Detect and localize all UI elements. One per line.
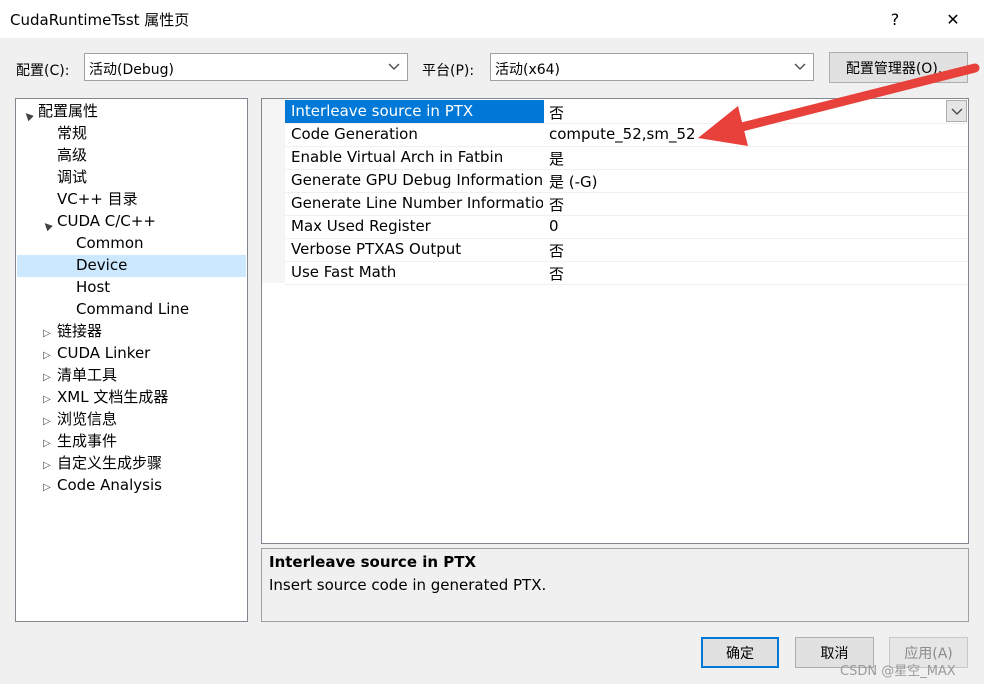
tree-item-label: 浏览信息 xyxy=(57,410,118,428)
watermark: CSDN @星空_MAX xyxy=(840,664,956,679)
tree-item[interactable]: 常规 xyxy=(43,122,87,144)
config-value: 活动(Debug) xyxy=(89,62,174,78)
title-bar: CudaRuntimeTsst 属性页 ? ✕ xyxy=(0,0,984,38)
property-name: Use Fast Math xyxy=(291,263,397,281)
tree-item[interactable]: ▷ 生成事件 xyxy=(43,430,117,452)
property-value[interactable]: 是 xyxy=(549,148,564,169)
tree-item-label: Host xyxy=(76,278,111,296)
ok-button[interactable]: 确定 xyxy=(701,637,779,668)
tree-item[interactable]: ▲ CUDA C/C++ xyxy=(41,210,156,232)
property-row[interactable]: Verbose PTXAS Output 否 xyxy=(285,238,967,262)
tree-item[interactable]: ▷ Code Analysis xyxy=(43,474,162,496)
property-row[interactable]: Max Used Register 0 xyxy=(285,215,967,239)
tree-item[interactable]: Host xyxy=(62,276,110,298)
description-title: Interleave source in PTX xyxy=(269,553,477,571)
tree-item-label: 常规 xyxy=(57,124,88,142)
chevron-down-icon xyxy=(388,63,400,70)
tree-item-label: 调试 xyxy=(57,168,88,186)
tree-item-label: 配置属性 xyxy=(38,102,99,120)
tree-item[interactable]: VC++ 目录 xyxy=(43,188,138,210)
property-name: Generate GPU Debug Information xyxy=(291,171,543,189)
tree-item-label: CUDA C/C++ xyxy=(57,212,156,230)
tree-panel: ▲ 配置属性常规高级调试 VC++ 目录 ▲ CUDA C/C++ Common Devic… xyxy=(15,98,248,622)
tree-item[interactable]: Common xyxy=(62,232,144,254)
config-combo[interactable]: 活动(Debug) xyxy=(84,53,408,81)
tree-item[interactable]: 高级 xyxy=(43,144,87,166)
tree-item[interactable]: ▷ 自定义生成步骤 xyxy=(43,452,162,474)
platform-label: 平台(P): xyxy=(422,63,475,79)
property-name: Interleave source in PTX xyxy=(291,102,474,120)
tree-item-label: Command Line xyxy=(76,300,190,318)
tree-item[interactable]: ▷ CUDA Linker xyxy=(43,342,150,364)
property-row[interactable]: Generate Line Number Information 否 xyxy=(285,192,967,216)
property-value[interactable]: 否 xyxy=(549,240,564,261)
property-row[interactable]: Use Fast Math 否 xyxy=(285,261,967,285)
tree-item[interactable]: ▲ 配置属性 xyxy=(22,100,99,122)
description-text: Insert source code in generated PTX. xyxy=(269,576,547,594)
tree-item[interactable]: Device xyxy=(62,254,127,276)
property-value[interactable]: 否 xyxy=(549,263,564,284)
property-value[interactable]: 否 xyxy=(549,102,564,123)
tree-item[interactable]: ▷ 链接器 xyxy=(43,320,102,342)
property-row[interactable]: Generate GPU Debug Information 是 (-G) xyxy=(285,169,967,193)
description-panel: Interleave source in PTX Insert source c… xyxy=(261,548,969,622)
property-value[interactable]: compute_52,sm_52 xyxy=(549,125,696,143)
property-grid: Interleave source in PTX 否 Code Generation… xyxy=(261,98,969,544)
tree-item[interactable]: ▷ 清单工具 xyxy=(43,364,117,386)
grid-gutter xyxy=(262,99,285,283)
tree-item-label: CUDA Linker xyxy=(57,344,151,362)
tree-item[interactable]: 调试 xyxy=(43,166,87,188)
tree-item-label: 链接器 xyxy=(57,322,103,340)
close-button[interactable]: ✕ xyxy=(930,0,976,38)
tree-item-label: Code Analysis xyxy=(57,476,162,494)
tree-item-label: Device xyxy=(76,256,128,274)
tree-item-label: 自定义生成步骤 xyxy=(57,454,163,472)
tree-item-label: 高级 xyxy=(57,146,88,164)
tree-item[interactable]: ▷ XML 文档生成器 xyxy=(43,386,168,408)
property-name: Code Generation xyxy=(291,125,418,143)
property-value[interactable]: 否 xyxy=(549,194,564,215)
window-title: CudaRuntimeTsst 属性页 xyxy=(10,11,190,29)
property-value[interactable]: 是 (-G) xyxy=(549,171,598,192)
help-button[interactable]: ? xyxy=(872,0,918,38)
platform-value: 活动(x64) xyxy=(495,62,561,78)
property-name: Enable Virtual Arch in Fatbin xyxy=(291,148,504,166)
property-name: Generate Line Number Information xyxy=(291,194,543,212)
config-label: 配置(C): xyxy=(16,63,70,79)
tree-item[interactable]: ▷ 浏览信息 xyxy=(43,408,117,430)
tree-selection-highlight xyxy=(17,255,246,277)
annotation-arrow-icon xyxy=(698,63,980,146)
tree-item-label: 清单工具 xyxy=(57,366,118,384)
property-value[interactable]: 0 xyxy=(549,217,559,235)
tree-item-label: VC++ 目录 xyxy=(57,190,138,208)
property-name: Max Used Register xyxy=(291,217,431,235)
tree-item-label: Common xyxy=(76,234,144,252)
tree-item-label: 生成事件 xyxy=(57,432,118,450)
tree-item[interactable]: Command Line xyxy=(62,298,189,320)
expand-icon[interactable]: ▷ xyxy=(43,477,57,499)
tree-item-label: XML 文档生成器 xyxy=(57,388,169,406)
property-name: Verbose PTXAS Output xyxy=(291,240,462,258)
